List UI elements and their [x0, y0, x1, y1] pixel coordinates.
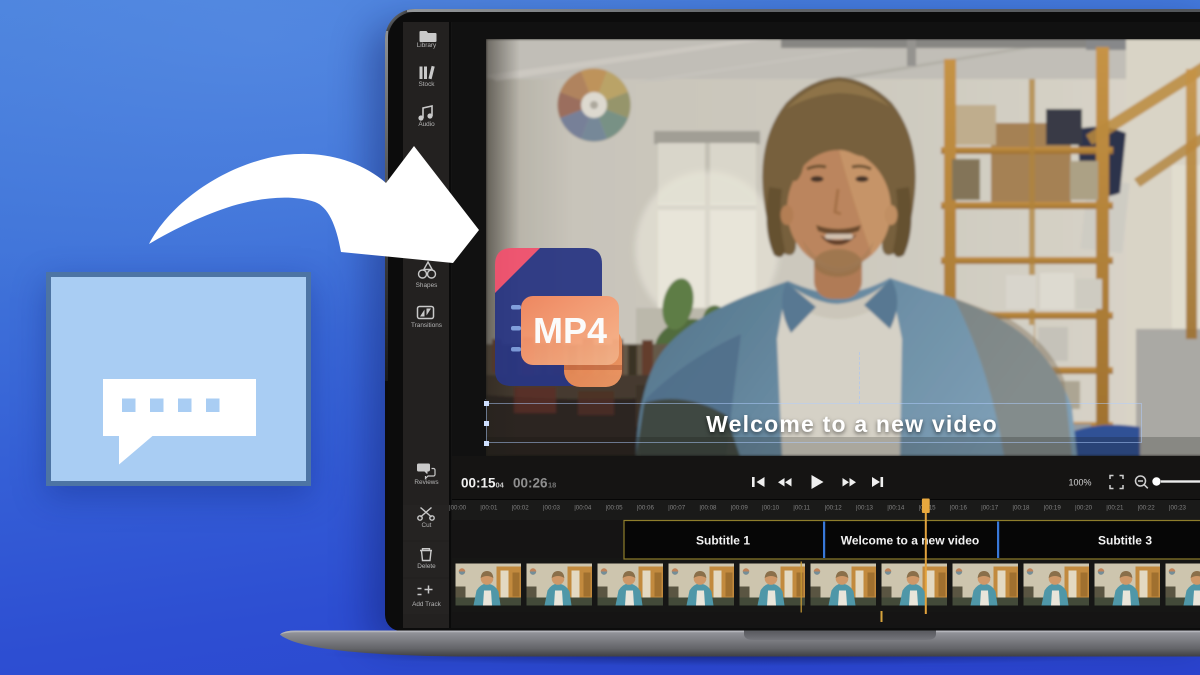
- svg-text:|00:23: |00:23: [1169, 505, 1187, 512]
- svg-text:Audio: Audio: [418, 121, 435, 128]
- svg-text:|00:17: |00:17: [981, 505, 999, 512]
- svg-text:|00:01: |00:01: [480, 505, 498, 512]
- svg-text:|00:16: |00:16: [950, 505, 968, 512]
- svg-text:04: 04: [496, 481, 505, 490]
- svg-text:|00:07: |00:07: [668, 505, 686, 512]
- svg-text:|00:19: |00:19: [1044, 505, 1062, 512]
- svg-text:MP4: MP4: [533, 310, 607, 351]
- svg-text:|00:00: |00:00: [449, 505, 467, 512]
- svg-text:|00:03: |00:03: [543, 505, 561, 512]
- svg-text:|00:20: |00:20: [1075, 505, 1093, 512]
- svg-text:Shapes: Shapes: [416, 282, 438, 289]
- svg-text:Cut: Cut: [422, 522, 432, 529]
- svg-text:00:26: 00:26: [513, 476, 548, 491]
- svg-text:Welcome to a new video: Welcome to a new video: [841, 534, 979, 548]
- svg-text:|00:02: |00:02: [512, 505, 530, 512]
- svg-text:Library: Library: [417, 42, 437, 49]
- svg-text:Stock: Stock: [419, 81, 436, 88]
- svg-text:|00:21: |00:21: [1106, 505, 1124, 512]
- svg-text:00:15: 00:15: [461, 476, 496, 491]
- svg-text:Subtitle 1: Subtitle 1: [696, 534, 750, 548]
- svg-text:|00:13: |00:13: [856, 505, 874, 512]
- svg-text:100%: 100%: [1068, 478, 1091, 488]
- svg-text:|00:05: |00:05: [606, 505, 624, 512]
- svg-text:|00:14: |00:14: [887, 505, 905, 512]
- svg-text:|00:18: |00:18: [1012, 505, 1030, 512]
- svg-text:|00:10: |00:10: [762, 505, 780, 512]
- svg-text:Reviews: Reviews: [414, 479, 438, 486]
- svg-text:Subtitle 3: Subtitle 3: [1098, 534, 1152, 548]
- svg-text:Transitions: Transitions: [411, 322, 442, 329]
- svg-text:|00:12: |00:12: [825, 505, 843, 512]
- svg-text:|00:08: |00:08: [699, 505, 717, 512]
- svg-text:|00:11: |00:11: [793, 505, 810, 512]
- svg-text:Delete: Delete: [417, 563, 436, 570]
- svg-text:Add Track: Add Track: [412, 601, 442, 608]
- svg-text:|00:09: |00:09: [731, 505, 749, 512]
- svg-text:|00:22: |00:22: [1138, 505, 1156, 512]
- svg-text:|00:04: |00:04: [574, 505, 592, 512]
- svg-text:|00:06: |00:06: [637, 505, 655, 512]
- svg-text:18: 18: [548, 481, 556, 490]
